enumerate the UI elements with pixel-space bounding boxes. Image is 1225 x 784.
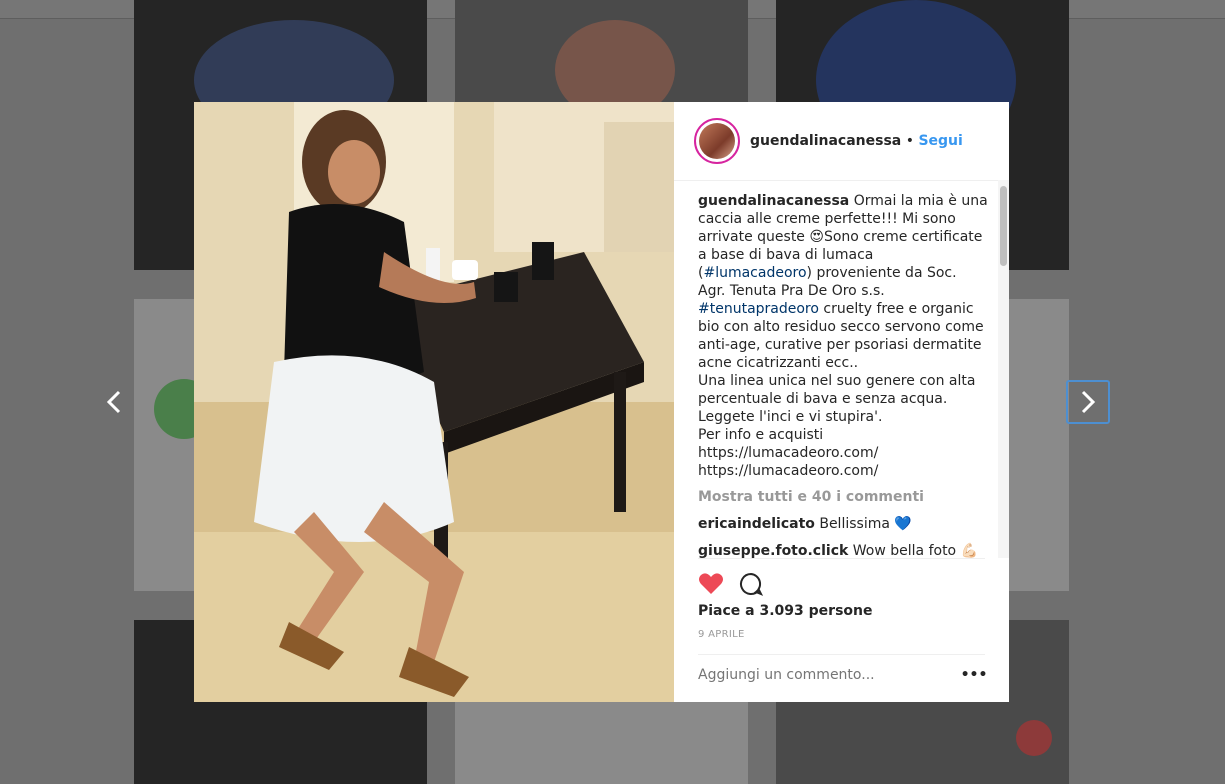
hashtag-link[interactable]: #lumacadeoro [703,265,806,281]
comments-scrollbar[interactable] [998,180,1009,558]
previous-post-button[interactable] [92,380,136,424]
caption-username[interactable]: guendalinacanessa [698,193,849,209]
comment-button[interactable] [738,571,764,597]
add-comment-bar: ••• [698,654,988,701]
more-options-button[interactable]: ••• [961,665,988,685]
separator-dot: • [905,133,914,149]
post-modal: guendalinacanessa • Segui guendalinacane… [194,102,1009,702]
post-photo[interactable] [194,102,674,702]
comment-username[interactable]: ericaindelicato [698,516,815,532]
scrollbar-thumb[interactable] [1000,186,1007,266]
show-all-comments-link[interactable]: Mostra tutti e 40 i commenti [698,488,988,506]
caption-text-3: cruelty free e organic bio con alto resi… [698,301,984,479]
post-date: 9 APRILE [698,629,745,640]
comment-bubble-icon [740,572,764,596]
avatar[interactable] [694,118,740,164]
chevron-right-icon [1081,390,1096,414]
comment-username[interactable]: giuseppe.foto.click [698,543,848,558]
comment-text: Bellissima 💙 [814,516,912,532]
post-author-username[interactable]: guendalinacanessa [750,133,901,149]
post-header: guendalinacanessa • Segui [674,102,1009,181]
like-button[interactable] [698,571,724,597]
hashtag-link[interactable]: #tenutapradeoro [698,301,819,317]
chevron-left-icon [106,390,121,414]
post-photo-illustration [194,102,674,702]
follow-button[interactable]: Segui [918,133,962,149]
likes-count[interactable]: Piace a 3.093 persone [698,603,873,619]
avatar-image [699,123,735,159]
next-post-button[interactable] [1066,380,1110,424]
post-sidebar: guendalinacanessa • Segui guendalinacane… [674,102,1009,702]
post-author-row: guendalinacanessa • Segui [750,133,963,149]
heart-icon [699,573,723,594]
comments-section: guendalinacanessa Ormai la mia è una cac… [698,192,988,558]
post-caption: guendalinacanessa Ormai la mia è una cac… [698,192,988,480]
comment-input[interactable] [698,665,938,685]
comment-item: giuseppe.foto.click Wow bella foto 💪🏻◻ [698,542,988,558]
comment-item: ericaindelicato Bellissima 💙 [698,515,988,533]
